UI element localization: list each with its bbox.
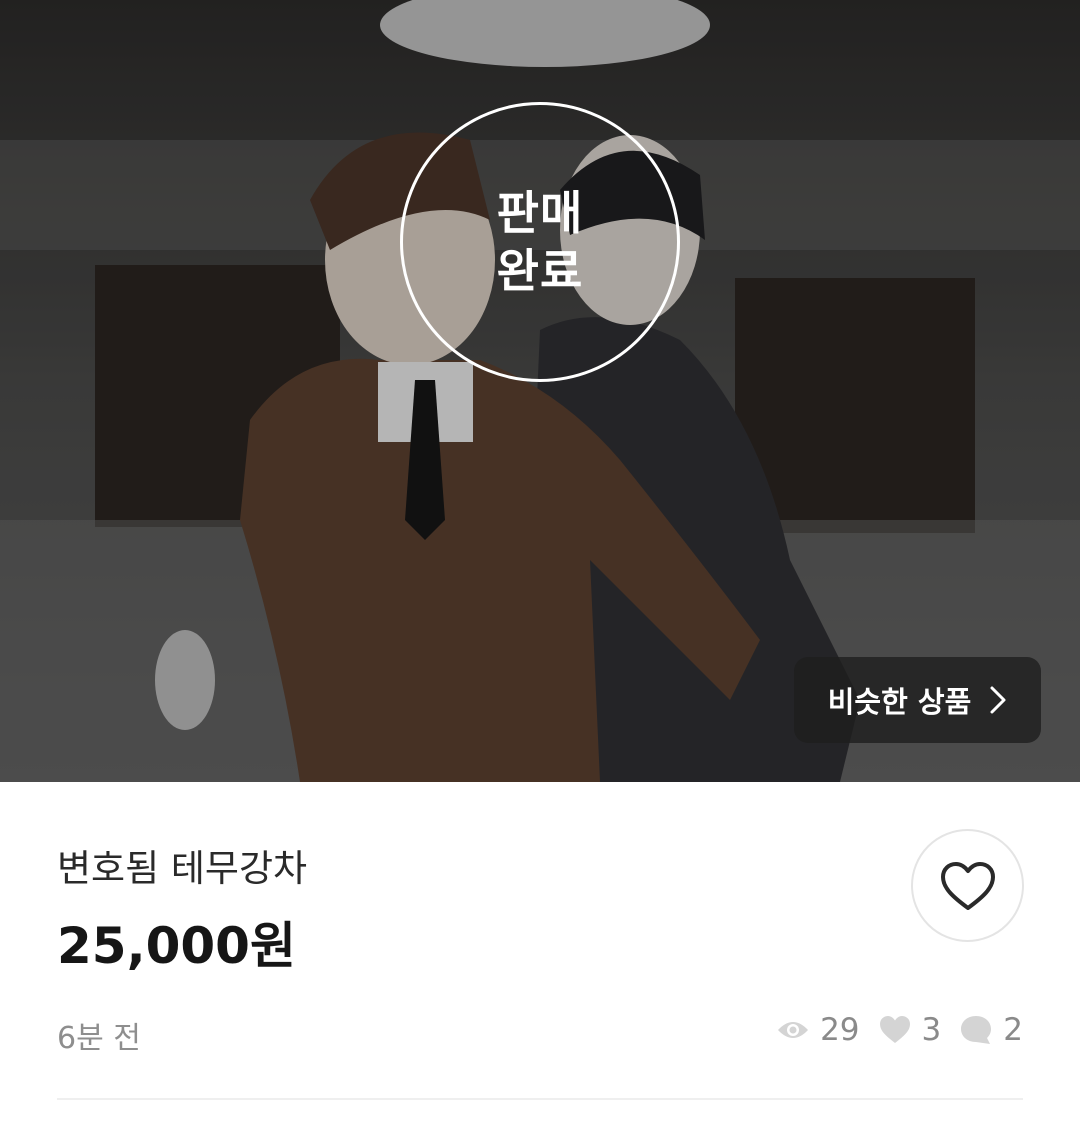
product-price: 25,000원 [57,917,296,975]
product-image-area[interactable]: 판매 완료 비슷한 상품 [0,0,1080,782]
heart-filled-icon [879,1016,910,1043]
product-title: 변호됨 테무강차 [57,847,308,890]
comments-count: 2 [1003,1012,1023,1048]
posted-time: 6분 전 [57,1021,141,1056]
sold-out-badge: 판매 완료 [400,102,680,382]
likes-stat: 3 [878,1012,942,1048]
chat-bubble-icon [961,1016,992,1044]
comments-stat: 2 [959,1012,1023,1048]
likes-count: 3 [921,1012,942,1048]
heart-outline-icon [940,861,995,910]
sold-badge-line1: 판매 [496,186,584,240]
like-button[interactable] [911,829,1024,942]
similar-products-label: 비슷한 상품 [827,685,972,719]
sold-badge-line2: 완료 [496,244,584,298]
product-stats: 29 3 2 [758,1012,1023,1048]
views-count: 29 [820,1012,860,1048]
eye-icon [778,1022,809,1038]
views-stat: 29 [776,1012,860,1048]
similar-products-button[interactable]: 비슷한 상품 [794,657,1041,743]
section-divider [57,1098,1023,1100]
chevron-right-icon [990,686,1006,714]
